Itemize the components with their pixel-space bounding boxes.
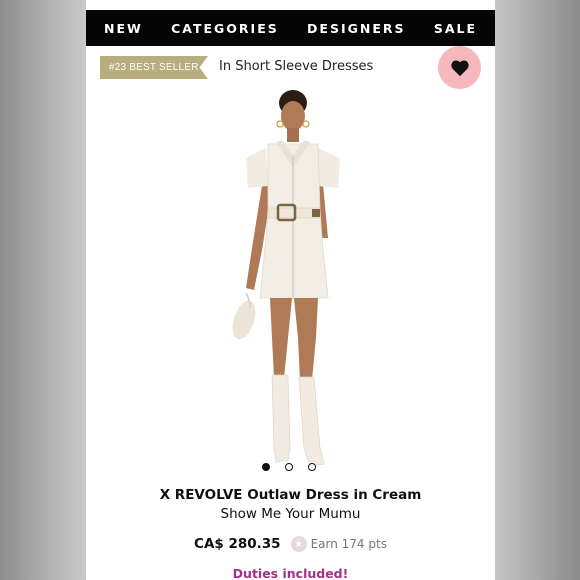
nav-item-designers[interactable]: DESIGNERS (307, 21, 405, 36)
background-blur-left (0, 0, 86, 580)
nav-item-categories[interactable]: CATEGORIES (171, 21, 279, 36)
carousel-dot-1[interactable] (262, 463, 270, 471)
reward-points-label: Earn 174 pts (310, 537, 387, 551)
product-image[interactable] (206, 88, 376, 470)
favorite-button[interactable] (438, 46, 481, 89)
image-carousel-dots (262, 463, 316, 471)
product-price: CA$ 280.35 (194, 536, 281, 552)
star-icon: ★ (290, 536, 307, 552)
price-row: CA$ 280.35 ★ Earn 174 pts (86, 536, 495, 552)
nav-item-sale[interactable]: SALE (434, 21, 477, 36)
carousel-dot-3[interactable] (308, 463, 316, 471)
background-blur-right (495, 0, 580, 580)
duties-note: Duties included! (232, 566, 349, 580)
heart-icon (450, 59, 469, 76)
reward-points: ★ Earn 174 pts (290, 536, 387, 552)
best-seller-category[interactable]: In Short Sleeve Dresses (219, 59, 373, 74)
carousel-dot-2[interactable] (285, 463, 293, 471)
best-seller-badge: #23 BEST SELLER (100, 56, 208, 79)
top-nav: NEW CATEGORIES DESIGNERS SALE (86, 10, 495, 46)
nav-item-new[interactable]: NEW (104, 21, 143, 36)
product-screen: NEW CATEGORIES DESIGNERS SALE #23 BEST S… (86, 0, 495, 580)
product-title: X REVOLVE Outlaw Dress in Cream (159, 487, 422, 503)
product-brand[interactable]: Show Me Your Mumu (86, 506, 495, 522)
